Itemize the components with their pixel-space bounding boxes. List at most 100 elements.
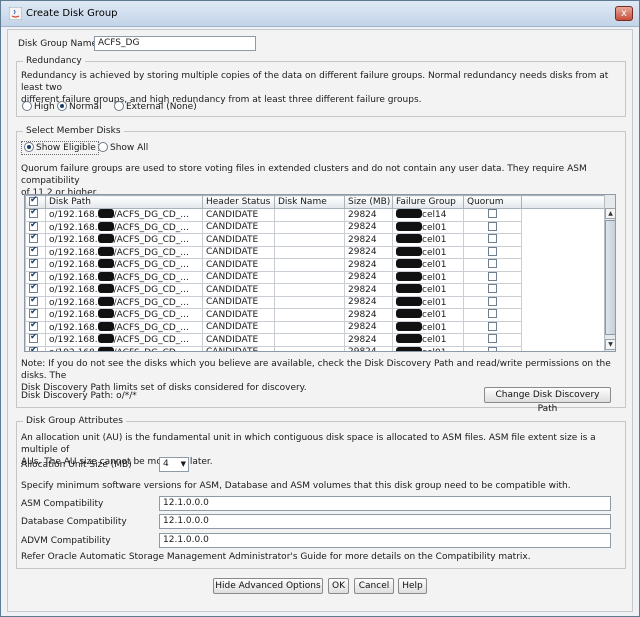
- checkbox-checked-icon[interactable]: [29, 321, 38, 331]
- quorum-cell[interactable]: [463, 295, 522, 309]
- select-cell[interactable]: [25, 320, 46, 334]
- scroll-up-icon[interactable]: ▲: [605, 208, 615, 219]
- scroll-down-icon[interactable]: ▼: [605, 339, 615, 350]
- select-cell[interactable]: [25, 333, 46, 347]
- checkbox-checked-icon[interactable]: [29, 334, 38, 344]
- checkbox-checked-icon[interactable]: [29, 209, 38, 219]
- select-cell[interactable]: [25, 295, 46, 309]
- quorum-cell[interactable]: [463, 333, 522, 347]
- table-row[interactable]: o/192.168. /ACFS_DG_CD_... CANDIDATE 29824 c…: [25, 333, 605, 347]
- disk-name-cell[interactable]: [274, 320, 345, 334]
- hide-advanced-options-button[interactable]: Hide Advanced Options: [213, 578, 323, 594]
- checkbox-unchecked-icon[interactable]: [488, 209, 497, 219]
- quorum-cell[interactable]: [463, 220, 522, 234]
- quorum-column-header[interactable]: Quorum: [463, 195, 522, 209]
- select-cell[interactable]: [25, 308, 46, 322]
- advm-compat-input[interactable]: 12.1.0.0.0: [159, 533, 611, 548]
- select-cell[interactable]: [25, 233, 46, 247]
- disk-group-name-input[interactable]: ACFS_DG: [94, 36, 256, 51]
- disk-table-scrollbar[interactable]: ▲ ▼: [604, 195, 615, 351]
- redundancy-external-radio[interactable]: External (None): [114, 101, 197, 112]
- au-size-select[interactable]: 4 ▼: [159, 457, 189, 472]
- disk-name-cell[interactable]: [274, 283, 345, 297]
- disk-name-cell[interactable]: [274, 258, 345, 272]
- checkbox-checked-icon[interactable]: [29, 234, 38, 244]
- table-row[interactable]: o/192.168. /ACFS_DG_CD_... CANDIDATE 29824 c…: [25, 345, 605, 351]
- table-row[interactable]: o/192.168. /ACFS_DG_CD_... CANDIDATE 29824 c…: [25, 233, 605, 247]
- redundancy-normal-radio[interactable]: Normal: [57, 101, 102, 112]
- table-row[interactable]: o/192.168. /ACFS_DG_CD_... CANDIDATE 29824 c…: [25, 270, 605, 284]
- size-column-header[interactable]: Size (MB): [344, 195, 393, 209]
- redundancy-high-radio[interactable]: High: [22, 101, 55, 112]
- select-cell[interactable]: [25, 245, 46, 259]
- select-cell[interactable]: [25, 345, 46, 351]
- quorum-cell[interactable]: [463, 345, 522, 351]
- checkbox-unchecked-icon[interactable]: [488, 284, 497, 294]
- quorum-cell[interactable]: [463, 270, 522, 284]
- quorum-cell[interactable]: [463, 258, 522, 272]
- checkbox-checked-icon[interactable]: [29, 259, 38, 269]
- table-row[interactable]: o/192.168. /ACFS_DG_CD_... CANDIDATE 29824 c…: [25, 320, 605, 334]
- checkbox-unchecked-icon[interactable]: [488, 234, 497, 244]
- change-discovery-path-button[interactable]: Change Disk Discovery Path: [484, 387, 611, 414]
- checkbox-unchecked-icon[interactable]: [488, 259, 497, 269]
- table-row[interactable]: o/192.168. /ACFS_DG_CD_... CANDIDATE 29824 c…: [25, 208, 605, 222]
- checkbox-unchecked-icon[interactable]: [488, 334, 497, 344]
- disk-name-cell[interactable]: [274, 308, 345, 322]
- checkbox-checked-icon[interactable]: [29, 284, 38, 294]
- quorum-cell[interactable]: [463, 245, 522, 259]
- checkbox-checked-icon[interactable]: [29, 346, 38, 351]
- asm-compat-input[interactable]: 12.1.0.0.0: [159, 496, 611, 511]
- select-cell[interactable]: [25, 283, 46, 297]
- checkbox-unchecked-icon[interactable]: [488, 309, 497, 319]
- failure-group-column-header[interactable]: Failure Group: [392, 195, 464, 209]
- checkbox-checked-icon[interactable]: [29, 246, 38, 256]
- select-cell[interactable]: [25, 220, 46, 234]
- cancel-button[interactable]: Cancel: [354, 578, 394, 594]
- quorum-cell[interactable]: [463, 283, 522, 297]
- header-status-column-header[interactable]: Header Status: [202, 195, 275, 209]
- table-row[interactable]: o/192.168. /ACFS_DG_CD_... CANDIDATE 29824 c…: [25, 283, 605, 297]
- checkbox-unchecked-icon[interactable]: [488, 246, 497, 256]
- checkbox-checked-icon[interactable]: [29, 309, 38, 319]
- scroll-thumb[interactable]: [605, 220, 615, 335]
- disk-name-cell[interactable]: [274, 333, 345, 347]
- checkbox-checked-icon[interactable]: [29, 296, 38, 306]
- checkbox-unchecked-icon[interactable]: [488, 296, 497, 306]
- checkbox-unchecked-icon[interactable]: [488, 321, 497, 331]
- select-cell[interactable]: [25, 270, 46, 284]
- checkbox-checked-icon[interactable]: [29, 271, 38, 281]
- checkbox-unchecked-icon[interactable]: [488, 271, 497, 281]
- disk-name-cell[interactable]: [274, 270, 345, 284]
- select-cell[interactable]: [25, 258, 46, 272]
- table-row[interactable]: o/192.168. /ACFS_DG_CD_... CANDIDATE 29824 c…: [25, 245, 605, 259]
- select-all-column-header[interactable]: [25, 195, 46, 209]
- checkbox-checked-icon[interactable]: [29, 221, 38, 231]
- disk-name-column-header[interactable]: Disk Name: [274, 195, 345, 209]
- ok-button[interactable]: OK: [328, 578, 349, 594]
- show-eligible-radio[interactable]: Show Eligible: [21, 141, 99, 155]
- quorum-cell[interactable]: [463, 308, 522, 322]
- table-row[interactable]: o/192.168. /ACFS_DG_CD_... CANDIDATE 29824 c…: [25, 308, 605, 322]
- db-compat-input[interactable]: 12.1.0.0.0: [159, 514, 611, 529]
- quorum-cell[interactable]: [463, 320, 522, 334]
- checkbox-unchecked-icon[interactable]: [488, 346, 497, 351]
- title-bar[interactable]: Create Disk Group x: [1, 1, 639, 27]
- close-button[interactable]: x: [615, 6, 633, 21]
- table-row[interactable]: o/192.168. /ACFS_DG_CD_... CANDIDATE 29824 c…: [25, 295, 605, 309]
- disk-name-cell[interactable]: [274, 233, 345, 247]
- disk-path-column-header[interactable]: Disk Path: [45, 195, 203, 209]
- disk-name-cell[interactable]: [274, 245, 345, 259]
- quorum-cell[interactable]: [463, 233, 522, 247]
- show-all-radio[interactable]: Show All: [98, 142, 148, 153]
- disk-name-cell[interactable]: [274, 208, 345, 222]
- table-row[interactable]: o/192.168. /ACFS_DG_CD_... CANDIDATE 29824 c…: [25, 220, 605, 234]
- table-row[interactable]: o/192.168. /ACFS_DG_CD_... CANDIDATE 29824 c…: [25, 258, 605, 272]
- help-button[interactable]: Help: [398, 578, 427, 594]
- disk-name-cell[interactable]: [274, 220, 345, 234]
- disk-name-cell[interactable]: [274, 345, 345, 351]
- checkbox-unchecked-icon[interactable]: [488, 221, 497, 231]
- select-cell[interactable]: [25, 208, 46, 222]
- quorum-cell[interactable]: [463, 208, 522, 222]
- disk-name-cell[interactable]: [274, 295, 345, 309]
